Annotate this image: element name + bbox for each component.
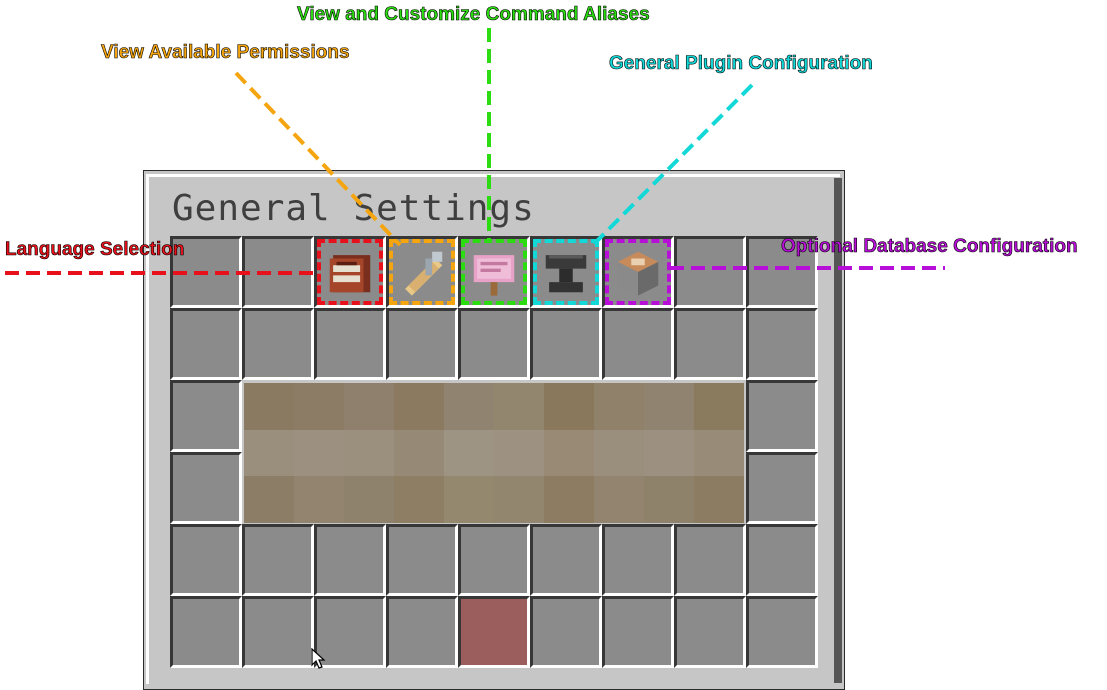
highlight-aliases [461,239,527,305]
highlight-permissions [389,239,455,305]
annotation-line-plugin-config [591,83,754,247]
label-language: Language Selection [5,239,185,261]
label-permissions: View Available Permissions [101,42,350,64]
mouse-cursor-icon [311,648,326,669]
label-database: Optional Database Configuration [781,236,1078,258]
annotation-line-permissions [234,71,402,247]
highlight-database [605,239,671,305]
label-plugin-config: General Plugin Configuration [609,53,874,75]
highlight-plugin-config [533,239,599,305]
label-aliases: View and Customize Command Aliases [297,4,650,26]
annotation-lines [5,28,945,275]
highlight-language [317,239,383,305]
